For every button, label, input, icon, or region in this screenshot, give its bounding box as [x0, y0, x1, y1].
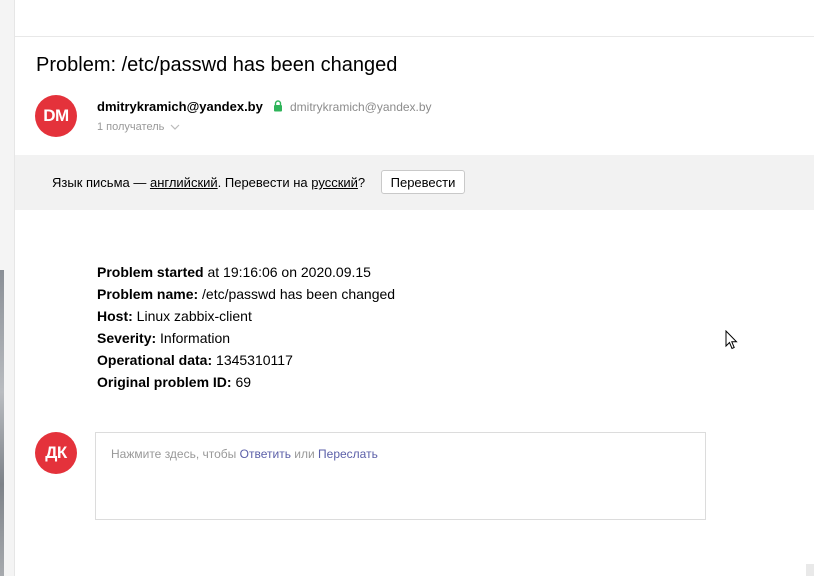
reply-prompt: Нажмите здесь, чтобы Ответить или Пересл… — [111, 447, 378, 461]
reply-link[interactable]: Ответить — [240, 447, 291, 461]
forward-link[interactable]: Переслать — [318, 447, 378, 461]
mouse-cursor-icon — [725, 330, 738, 350]
lock-icon — [274, 100, 282, 112]
body-line: Operational data: 1345310117 — [97, 352, 293, 368]
background-image-strip — [0, 270, 4, 576]
recipients-toggle[interactable]: 1 получатель — [97, 121, 180, 133]
email-body: Problem started at 19:16:06 on 2020.09.1… — [97, 261, 395, 393]
translate-middle: . Перевести на — [217, 175, 312, 190]
body-line: Problem started at 19:16:06 on 2020.09.1… — [97, 264, 371, 280]
body-line: Original problem ID: 69 — [97, 374, 252, 390]
body-line: Severity: Information — [97, 330, 231, 346]
user-avatar[interactable]: ДК — [35, 432, 77, 474]
quick-reply-box[interactable]: Нажмите здесь, чтобы Ответить или Пересл… — [95, 432, 706, 520]
email-subject: Problem: /etc/passwd has been changed — [36, 54, 398, 76]
translate-button[interactable]: Перевести — [381, 170, 465, 194]
recipients-count: 1 получатель — [97, 121, 165, 133]
header-divider — [15, 36, 814, 37]
translate-message: Язык письма — английский. Перевести на р… — [52, 175, 365, 190]
source-language-link[interactable]: английский — [150, 175, 218, 190]
sender-email: dmitrykramich@yandex.by — [290, 100, 432, 114]
body-line: Problem name: /etc/passwd has been chang… — [97, 286, 396, 302]
scrollbar-corner — [806, 564, 814, 576]
body-line: Host: Linux zabbix-client — [97, 308, 252, 324]
target-language-link[interactable]: русский — [311, 175, 358, 190]
translate-suffix: ? — [357, 175, 366, 190]
chevron-down-icon — [170, 124, 180, 130]
sender-avatar[interactable]: DM — [35, 95, 77, 137]
translate-prefix: Язык письма — — [52, 175, 150, 190]
sender-name[interactable]: dmitrykramich@yandex.by — [97, 99, 263, 114]
